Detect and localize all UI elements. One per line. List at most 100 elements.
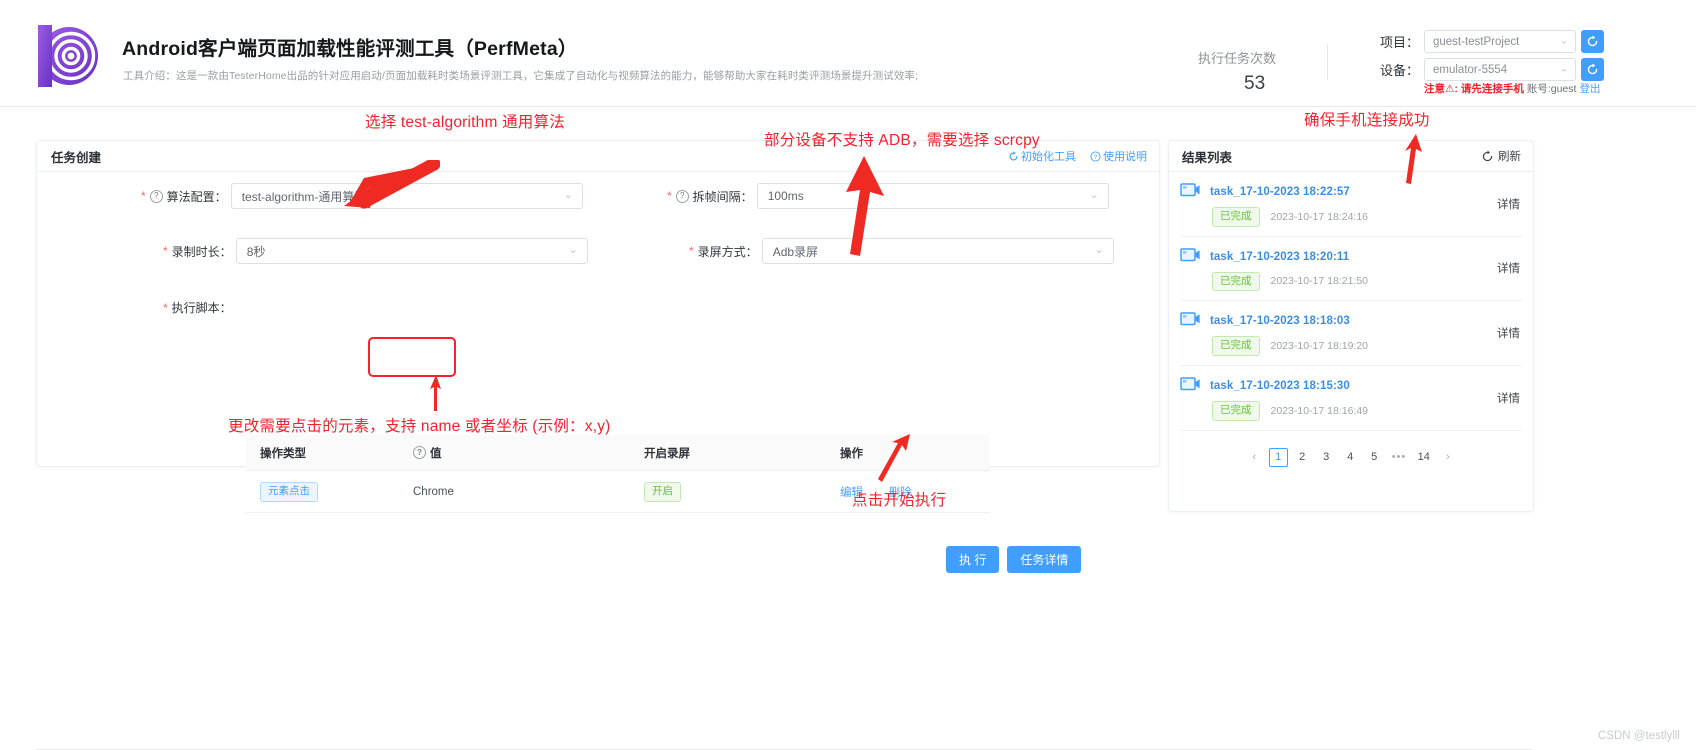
result-panel-title: 结果列表 [1182,150,1233,165]
pagination-ellipsis: ••• [1391,451,1407,464]
chevron-down-icon: ⌄ [1559,63,1568,74]
task-detail-button[interactable]: 任务详情 [1007,546,1082,573]
result-item-bottom: 已完成 2023-10-17 18:19:20 [1180,336,1522,356]
required-star: * [667,189,672,203]
result-item-name[interactable]: task_17-10-2023 18:20:11 [1210,251,1349,263]
device-label: 设备： [1380,63,1420,78]
record-duration-select[interactable]: 8秒 ⌄ [235,238,588,264]
page-subtitle: 工具介绍：这是一款由TesterHome出品的针对应用启动/页面加载耗时类场景评… [123,70,919,82]
result-item-top: task_17-10-2023 18:18:03 [1180,311,1522,331]
op-type-tag: 元素点击 [260,482,318,502]
algorithm-config-select[interactable]: test-algorithm-通用算法 ⌄ [230,183,583,209]
project-refresh-button[interactable] [1581,30,1604,53]
result-item-name[interactable]: task_17-10-2023 18:15:30 [1210,380,1350,392]
task-panel-title: 任务创建 [51,150,102,165]
device-refresh-button[interactable] [1581,58,1604,81]
cell-value[interactable]: Chrome [413,486,644,498]
pagination-page-3[interactable]: 3 [1317,448,1336,467]
result-item-name[interactable]: task_17-10-2023 18:22:57 [1210,186,1350,198]
annotation-phone-text: 确保手机连接成功 [1304,112,1430,129]
result-item-time: 2023-10-17 18:24:16 [1270,210,1369,223]
result-item-top: task_17-10-2023 18:15:30 [1180,376,1522,396]
header-notice: 注意⚠: 请先连接手机 账号:guest 登出 [1424,81,1600,96]
chevron-down-icon: ⌄ [568,243,578,256]
app-root: Android客户端页面加载性能评测工具（PerfMeta） 工具介绍：这是一款… [0,0,1696,750]
result-list-panel: 结果列表 刷新 task_17-10-2023 18:22:57 已完成 202… [1168,140,1534,512]
concentric-circles-logo-icon [38,25,100,87]
device-select-value: emulator-5554 [1433,63,1508,76]
status-badge: 已完成 [1212,271,1260,292]
column-header-value: ? 值 [413,445,644,461]
result-item-time: 2023-10-17 18:21:50 [1270,275,1369,288]
pagination-prev[interactable]: ‹ [1245,448,1264,467]
result-item-time: 2023-10-17 18:16:49 [1270,404,1369,417]
question-icon: ? [1090,150,1101,162]
pagination-page-5[interactable]: 5 [1365,448,1384,467]
pagination-next[interactable]: › [1438,448,1457,467]
logout-link[interactable]: 登出 [1579,81,1600,96]
help-icon[interactable]: ? [675,189,689,203]
refresh-icon [1587,63,1598,75]
result-refresh-button[interactable]: 刷新 [1481,148,1521,164]
algorithm-config-value: test-algorithm-通用算法 [241,189,367,204]
field-frame-interval: * ? 拆帧间隔： 100ms ⌄ [667,183,1109,209]
video-icon [1180,247,1201,267]
field-record-duration: * 录制时长： 8秒 ⌄ [163,238,588,264]
svg-text:?: ? [1094,153,1098,160]
result-item-top: task_17-10-2023 18:22:57 [1180,182,1522,202]
help-icon[interactable]: ? [149,189,163,203]
init-tool-link[interactable]: 初始化工具 [1008,148,1076,164]
execute-button[interactable]: 执 行 [946,546,1000,573]
field-label-record-duration: 录制时长： [171,244,232,259]
result-item-bottom: 已完成 2023-10-17 18:24:16 [1180,207,1522,227]
project-selector-row: 项目： guest-testProject ⌄ [1380,30,1604,53]
page-header: Android客户端页面加载性能评测工具（PerfMeta） 工具介绍：这是一款… [0,0,1696,107]
device-select[interactable]: emulator-5554 ⌄ [1424,58,1576,81]
header-divider [1327,44,1328,80]
list-item: task_17-10-2023 18:20:11 已完成 2023-10-17 … [1180,237,1522,302]
page-title: Android客户端页面加载性能评测工具（PerfMeta） [122,38,578,60]
usage-doc-label: 使用说明 [1103,151,1147,163]
project-select[interactable]: guest-testProject ⌄ [1424,30,1576,53]
pagination-page-last[interactable]: 14 [1414,448,1433,467]
column-header-op-type: 操作类型 [260,447,306,460]
frame-interval-select[interactable]: 100ms ⌄ [756,183,1109,209]
field-record-method: * 录屏方式： Adb录屏 ⌄ [689,238,1114,264]
exec-count-value: 53 [1244,73,1266,94]
status-badge: 已完成 [1212,207,1260,227]
script-table-header: 操作类型 ? 值 开启录屏 操作 [246,435,990,471]
help-icon[interactable]: ? [413,446,426,459]
result-detail-link[interactable]: 详情 [1497,325,1520,341]
annotation-adb-text: 部分设备不支持 ADB，需要选择 scrcpy [764,132,1040,149]
usage-doc-link[interactable]: ? 使用说明 [1090,148,1147,164]
result-item-time: 2023-10-17 18:19:20 [1270,340,1369,353]
chevron-down-icon: ⌄ [1559,35,1568,46]
pagination: ‹ 1 2 3 4 5 ••• 14 › [1180,447,1522,467]
cell-record: 开启 [644,481,840,502]
task-action-buttons: 执 行 任务详情 [946,546,1082,573]
result-item-top: task_17-10-2023 18:20:11 [1180,247,1522,267]
video-icon [1180,182,1201,202]
account-text: 账号:guest [1526,83,1577,95]
project-label: 项目： [1380,35,1420,50]
chevron-down-icon: ⌄ [1094,243,1104,256]
result-item-name[interactable]: task_17-10-2023 18:18:03 [1210,315,1350,327]
record-status-tag: 开启 [644,482,681,502]
pagination-page-2[interactable]: 2 [1293,448,1312,467]
result-detail-link[interactable]: 详情 [1497,390,1520,406]
pagination-page-1[interactable]: 1 [1268,447,1288,467]
field-label-frame-interval: 拆帧间隔： [692,189,753,204]
pagination-page-4[interactable]: 4 [1341,448,1360,467]
record-method-select[interactable]: Adb录屏 ⌄ [761,238,1114,264]
result-panel-header: 结果列表 刷新 [1169,141,1533,172]
cell-op-type: 元素点击 [246,481,413,502]
result-detail-link[interactable]: 详情 [1497,196,1520,212]
result-detail-link[interactable]: 详情 [1497,260,1520,276]
record-duration-value: 8秒 [246,244,266,259]
required-star: * [163,300,168,315]
required-star: * [689,244,694,258]
watermark: CSDN @testlylll [1598,730,1680,742]
column-header-actions: 操作 [840,447,863,460]
list-item: task_17-10-2023 18:18:03 已完成 2023-10-17 … [1180,301,1522,366]
result-item-bottom: 已完成 2023-10-17 18:21:50 [1180,271,1522,292]
